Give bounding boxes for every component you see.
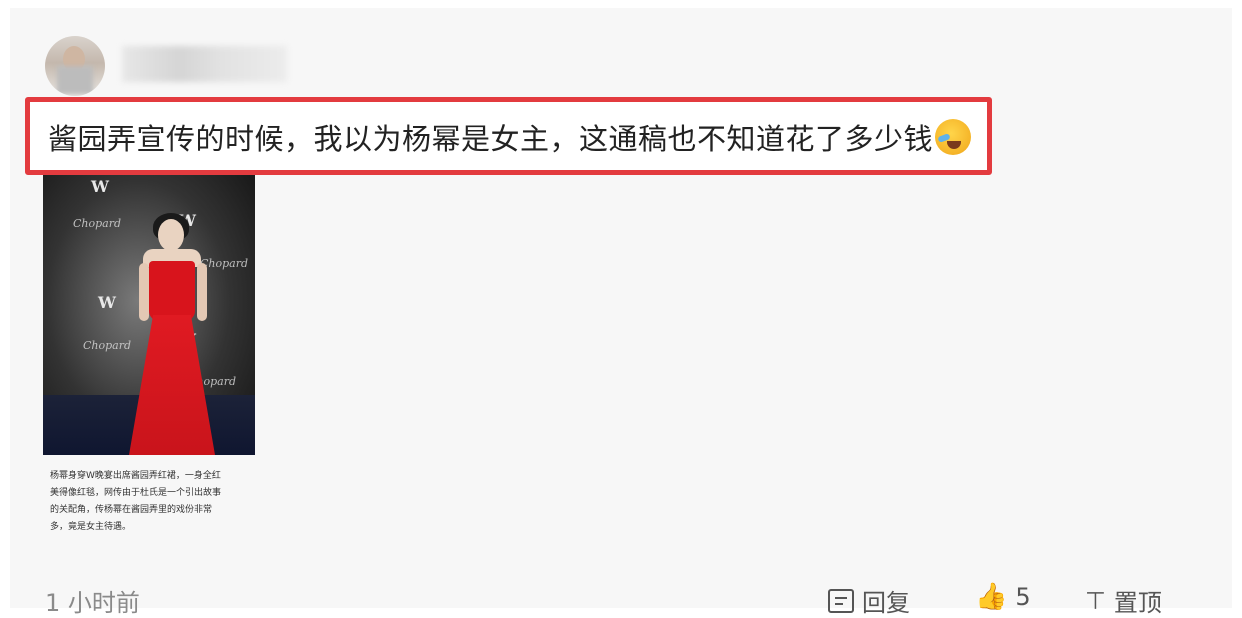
- like-count: 5: [1015, 583, 1031, 611]
- red-dress-bodice: [149, 261, 195, 321]
- like-button[interactable]: 👍 5: [975, 583, 1031, 611]
- caption-line: 多，竟是女主待遇。: [50, 522, 132, 532]
- thumbs-up-icon: 👍: [975, 582, 1008, 612]
- photo-logo-w: W: [98, 293, 116, 312]
- comment-text-container: 酱园弄宣传的时候，我以为杨幂是女主，这通稿也不知道花了多少钱: [48, 116, 972, 158]
- comment-icon: [828, 588, 854, 613]
- pin-top-icon: ⊤: [1085, 586, 1106, 615]
- comment-text: 酱园弄宣传的时候，我以为杨幂是女主，这通稿也不知道花了多少钱: [48, 122, 934, 156]
- photo-logo-w: W: [91, 177, 109, 196]
- photo-caption: 杨幂身穿W晚宴出席酱园弄红裙，一身全红 美得像红毯，网传由于杜氏是一个引出故事 …: [50, 468, 255, 536]
- caption-line: 杨幂身穿W晚宴出席酱园弄红裙，一身全红: [50, 471, 221, 481]
- comment-photo[interactable]: W W W W Chopard Chopard Chopard Chopard: [43, 175, 255, 455]
- reply-label: 回复: [862, 589, 910, 617]
- avatar[interactable]: [45, 36, 105, 96]
- photo-brand-text: Chopard: [200, 257, 249, 270]
- timestamp: 1 小时前: [45, 589, 140, 617]
- caption-line: 的关配角，传杨幂在酱园弄里的戏份非常: [50, 505, 213, 515]
- photo-brand-text: Chopard: [73, 217, 122, 230]
- caption-line: 美得像红毯，网传由于杜氏是一个引出故事: [50, 488, 222, 498]
- person-arm-left: [139, 263, 149, 321]
- red-dress-skirt: [129, 315, 215, 455]
- username-redacted[interactable]: [122, 46, 287, 82]
- person-head: [158, 219, 184, 251]
- pin-top-button[interactable]: ⊤ 置顶: [1085, 583, 1162, 618]
- photo-brand-text: Chopard: [83, 339, 132, 352]
- avatar-blur: [57, 66, 93, 94]
- pin-label: 置顶: [1113, 589, 1162, 617]
- highlighted-comment: 酱园弄宣传的时候，我以为杨幂是女主，这通稿也不知道花了多少钱: [25, 97, 992, 175]
- laugh-cry-emoji-icon: [935, 119, 972, 155]
- person-arm-right: [197, 263, 207, 321]
- reply-button[interactable]: 回复: [828, 583, 910, 618]
